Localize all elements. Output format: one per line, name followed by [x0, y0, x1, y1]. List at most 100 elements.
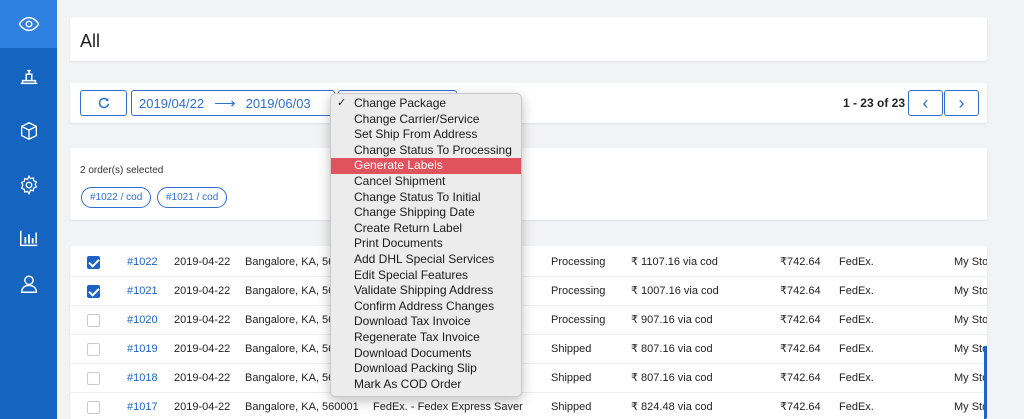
carrier-name: FedEx. [839, 343, 874, 355]
chevron-right-icon: › [958, 93, 965, 113]
menu-item[interactable]: ✓ Change Package [331, 96, 521, 112]
menu-item[interactable]: Validate Shipping Address [331, 283, 521, 299]
shipping-cost: ₹742.64 [780, 401, 821, 413]
order-status: Shipped [551, 372, 592, 384]
order-status: Processing [551, 314, 606, 326]
pagination-summary: 1 - 23 of 23 [842, 96, 905, 110]
menu-item[interactable]: Change Status To Processing [331, 143, 521, 159]
sidebar [0, 0, 57, 419]
row-checkbox[interactable] [87, 372, 100, 385]
store-name: My Sto [954, 314, 987, 326]
order-link[interactable]: #1022 [127, 248, 158, 277]
bulk-action-menu: ✓ Change Package Change Carrier/Service Set… [330, 93, 522, 397]
order-amount: ₹ 807.16 via cod [631, 343, 713, 355]
menu-item[interactable]: Change Carrier/Service [331, 112, 521, 128]
sidebar-item-account[interactable] [0, 260, 57, 308]
gear-icon [20, 174, 37, 196]
menu-item-label: Create Return Label [354, 220, 463, 235]
menu-item[interactable]: Edit Special Features [331, 268, 521, 284]
menu-item-label: Cancel Shipment [354, 174, 446, 188]
shipping-cost: ₹742.64 [780, 314, 821, 326]
date-to[interactable]: 2019/06/03 [246, 96, 311, 111]
selection-panel: 2 order(s) selected #1022 / cod #1021 / … [70, 148, 987, 220]
table-row[interactable]: #1018 2019-04-22 Bangalore, KA, 56 Shipped ₹… [70, 364, 987, 393]
menu-item-label: Generate Labels [354, 158, 443, 173]
order-date: 2019-04-22 [174, 372, 231, 384]
menu-item[interactable]: Set Ship From Address [331, 127, 521, 143]
table-row[interactable]: #1022 2019-04-22 Bangalore, KA, 56 Processi… [70, 248, 987, 277]
menu-item-label: Print Documents [354, 236, 443, 251]
refresh-button[interactable] [80, 90, 127, 116]
carrier-name: FedEx. [839, 372, 874, 384]
refresh-icon [98, 97, 109, 109]
next-page-button[interactable]: › [944, 90, 979, 116]
menu-item-label: Set Ship From Address [354, 127, 478, 142]
order-date: 2019-04-22 [174, 314, 231, 326]
menu-item[interactable]: Regenerate Tax Invoice [331, 330, 521, 346]
shipping-cost: ₹742.64 [780, 285, 821, 297]
carrier-name: FedEx. [839, 401, 874, 413]
table-row[interactable]: #1021 2019-04-22 Bangalore, KA, 56 Processi… [70, 277, 987, 306]
sidebar-item-packages[interactable] [0, 107, 57, 155]
menu-item[interactable]: Change Status To Initial [331, 190, 521, 206]
date-range-arrow: ⟶ [214, 95, 236, 112]
menu-item[interactable]: Confirm Address Changes [331, 299, 521, 315]
ship-address: Bangalore, KA, 56 [245, 314, 335, 326]
bar-chart-icon [19, 230, 37, 247]
selected-order-tag[interactable]: #1022 / cod [81, 187, 152, 208]
order-status: Processing [551, 256, 606, 268]
order-link[interactable]: #1021 [127, 277, 158, 306]
row-checkbox[interactable] [87, 343, 100, 356]
table-row[interactable]: #1020 2019-04-22 Bangalore, KA, 56 Processi… [70, 306, 987, 335]
order-status: Shipped [551, 401, 592, 413]
store-name: My Sto [954, 256, 987, 268]
order-date: 2019-04-22 [174, 256, 231, 268]
date-range-picker[interactable]: 2019/04/22 ⟶ 2019/06/03 [131, 90, 335, 116]
selection-summary: 2 order(s) selected [80, 165, 164, 176]
carrier-name: FedEx. [839, 285, 874, 297]
row-checkbox[interactable] [87, 256, 100, 269]
page-title: All [80, 31, 101, 51]
carrier-name: FedEx. [839, 314, 874, 326]
menu-item-label: Download Tax Invoice [354, 314, 471, 329]
menu-item[interactable]: Create Return Label [331, 221, 521, 237]
ship-address: Bangalore, KA, 56 [245, 343, 335, 355]
store-name: My Sto [954, 343, 987, 355]
menu-item-label: Confirm Address Changes [354, 298, 495, 313]
orders-table: #1022 2019-04-22 Bangalore, KA, 56 Processi… [70, 246, 987, 419]
sidebar-item-view[interactable] [0, 0, 57, 48]
menu-item[interactable]: Print Documents [331, 236, 521, 252]
sidebar-item-shipping[interactable] [0, 53, 57, 101]
menu-item[interactable]: Change Shipping Date [331, 205, 521, 221]
order-date: 2019-04-22 [174, 401, 231, 413]
sidebar-item-reports[interactable] [0, 214, 57, 262]
table-row[interactable]: #1017 2019-04-22 Bangalore, KA, 560001 FedE… [70, 393, 987, 419]
menu-item[interactable]: Download Packing Slip [331, 361, 521, 377]
menu-item-label: Change Status To Processing [354, 142, 512, 157]
order-link[interactable]: #1017 [127, 393, 158, 419]
ship-address: Bangalore, KA, 56 [245, 256, 335, 268]
sidebar-item-settings[interactable] [0, 161, 57, 209]
scrollbar[interactable] [984, 346, 987, 419]
order-link[interactable]: #1019 [127, 335, 158, 364]
prev-page-button[interactable]: ‹ [908, 90, 943, 116]
selected-order-tag[interactable]: #1021 / cod [157, 187, 228, 208]
menu-item[interactable]: Add DHL Special Services [331, 252, 521, 268]
row-checkbox[interactable] [87, 285, 100, 298]
row-checkbox[interactable] [87, 314, 100, 327]
order-link[interactable]: #1020 [127, 306, 158, 335]
order-link[interactable]: #1018 [127, 364, 158, 393]
date-from[interactable]: 2019/04/22 [139, 96, 204, 111]
menu-item[interactable]: Generate Labels [331, 158, 521, 174]
menu-item[interactable]: Download Tax Invoice [331, 314, 521, 330]
ship-address: Bangalore, KA, 56 [245, 372, 335, 384]
row-checkbox[interactable] [87, 401, 100, 414]
menu-item[interactable]: Download Documents [331, 346, 521, 362]
menu-item-label: Download Packing Slip [354, 361, 477, 376]
table-row[interactable]: #1019 2019-04-22 Bangalore, KA, 56 Shipped ₹… [70, 335, 987, 364]
menu-item[interactable]: Mark As COD Order [331, 377, 521, 393]
menu-item[interactable]: Cancel Shipment [331, 174, 521, 190]
order-status: Shipped [551, 343, 592, 355]
menu-item-label: Change Shipping Date [354, 205, 475, 220]
menu-item-label: Download Documents [354, 345, 472, 360]
